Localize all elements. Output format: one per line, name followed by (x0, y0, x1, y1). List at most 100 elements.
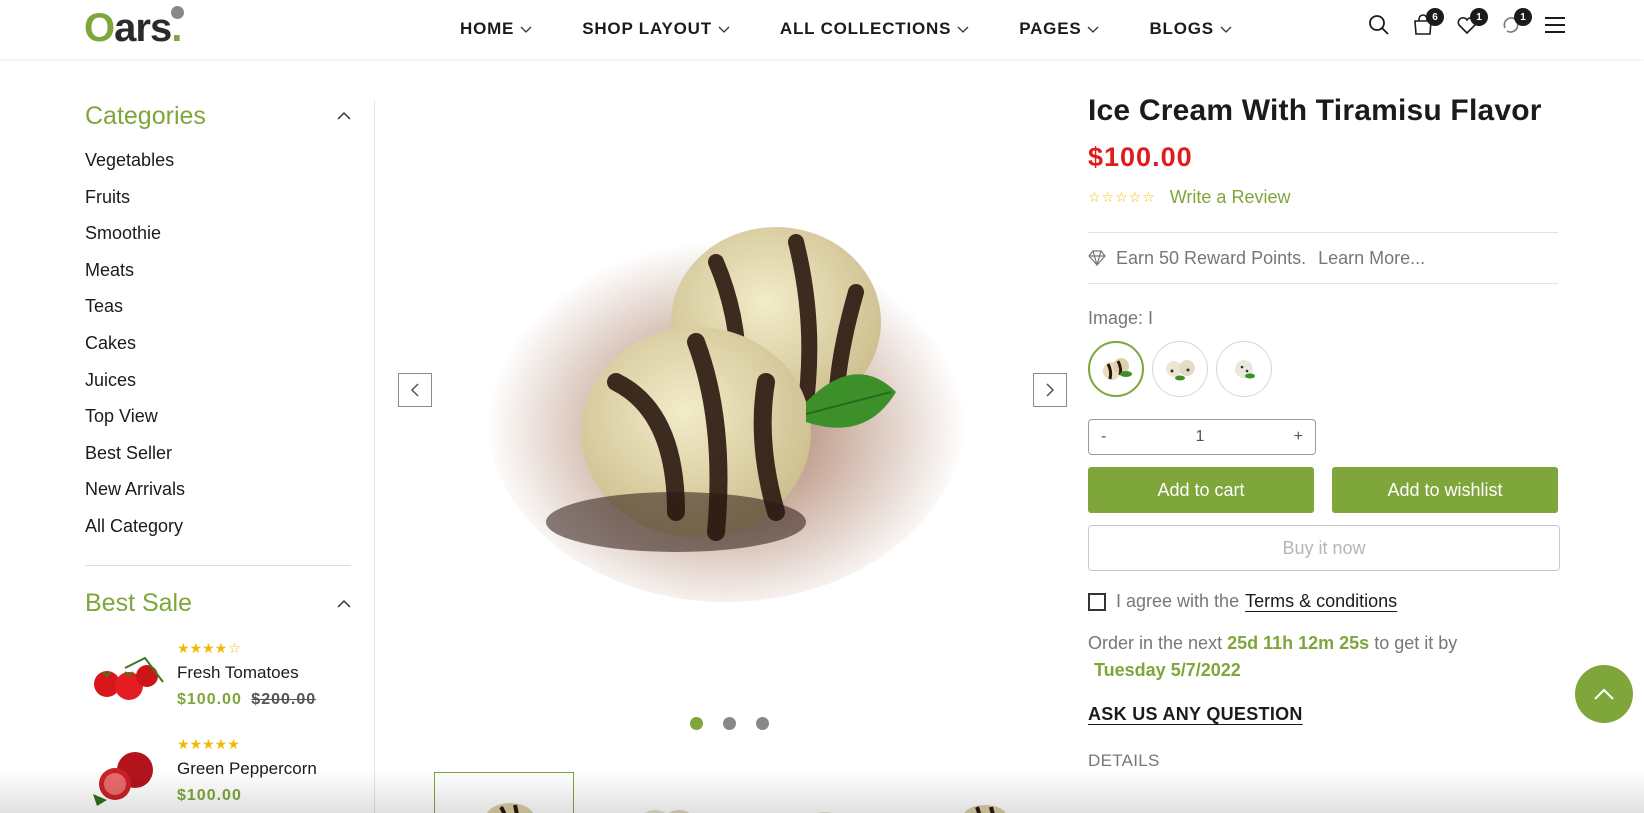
review-row: ☆☆☆☆☆ Write a Review (1088, 187, 1558, 208)
details-tab[interactable]: DETAILS (1088, 751, 1558, 771)
category-item[interactable]: Top View (85, 398, 352, 435)
rating-stars: ★★★★★ (177, 735, 240, 752)
cart-count-badge: 6 (1426, 8, 1444, 26)
category-list: Vegetables Fruits Smoothie Meats Teas Ca… (85, 142, 352, 545)
cart-button[interactable]: 6 (1412, 8, 1444, 38)
sidebar-divider (85, 564, 351, 566)
slide-dot-3[interactable] (756, 717, 769, 730)
category-item[interactable]: Best Seller (85, 435, 352, 472)
variant-swatch-2[interactable] (1152, 341, 1208, 397)
best-sale-item[interactable]: ★★★★★ Green Peppercorn $100.00 (85, 734, 352, 813)
category-item[interactable]: Juices (85, 362, 352, 399)
terms-checkbox[interactable] (1088, 592, 1106, 611)
nav-pages[interactable]: PAGES (1019, 19, 1099, 39)
thumbnail-3[interactable] (754, 772, 894, 813)
best-sale-item[interactable]: ★★★★ ☆ Fresh Tomatoes $100.00 $200.00 (85, 638, 352, 720)
header-actions: 6 1 1 (1368, 8, 1566, 38)
rating-stars: ☆☆☆☆☆ (1088, 189, 1156, 205)
thumbnail-strip (434, 772, 1054, 813)
tomato-image[interactable] (85, 638, 167, 720)
variant-swatch-3[interactable] (1216, 341, 1272, 397)
nav-shop-layout[interactable]: SHOP LAYOUT (582, 19, 730, 39)
thumbnail-4[interactable] (914, 772, 1054, 813)
product-main-image[interactable] (476, 182, 976, 602)
old-price: $200.00 (251, 690, 317, 708)
terms-link[interactable]: Terms & conditions (1245, 591, 1397, 612)
product-title: Ice Cream With Tiramisu Flavor (1088, 94, 1542, 127)
site-header: Oars. HOME SHOP LAYOUT ALL COLLECTIONS P… (0, 0, 1644, 59)
learn-more-link[interactable]: Learn More... (1318, 248, 1425, 269)
product-name[interactable]: Green Peppercorn (177, 759, 317, 779)
delivery-date: Tuesday 5/7/2022 (1094, 660, 1241, 680)
variant-swatch-1[interactable] (1088, 341, 1144, 397)
terms-agreement: I agree with the Terms & conditions (1088, 591, 1558, 612)
order-prefix: Order in the next (1088, 633, 1223, 653)
rating-stars: ★★★★ ☆ (177, 639, 241, 656)
agree-text: I agree with the (1116, 591, 1240, 611)
add-to-wishlist-button[interactable]: Add to wishlist (1332, 467, 1558, 513)
best-sale-title: Best Sale (85, 589, 193, 618)
thumbnail-2[interactable] (594, 772, 734, 813)
variant-swatches (1088, 341, 1558, 397)
nav-blogs[interactable]: BLOGS (1149, 19, 1232, 39)
delivery-countdown: Order in the next 25d 11h 12m 25s to get… (1088, 630, 1558, 684)
nav-pages-label: PAGES (1019, 18, 1082, 38)
product-price: $100.00 $200.00 (177, 691, 316, 709)
quantity-increase-button[interactable]: + (1294, 428, 1303, 446)
chevron-right-icon (1046, 383, 1055, 397)
chevron-up-icon[interactable] (336, 111, 352, 121)
category-item[interactable]: Vegetables (85, 142, 352, 179)
best-sale-header[interactable]: Best Sale (85, 584, 352, 624)
prev-image-button[interactable] (398, 373, 432, 407)
product-gallery (376, 62, 1067, 813)
variant-label: Image: I (1088, 308, 1154, 328)
category-item[interactable]: Fruits (85, 179, 352, 216)
product-price: $100.00 (177, 787, 317, 805)
nav-all-collections[interactable]: ALL COLLECTIONS (780, 19, 969, 39)
logo-text: ars (114, 6, 172, 50)
order-mid: to get it by (1374, 633, 1458, 653)
buy-now-button[interactable]: Buy it now (1088, 525, 1560, 571)
slide-dots (690, 717, 769, 730)
main-nav: HOME SHOP LAYOUT ALL COLLECTIONS PAGES B… (460, 0, 1282, 57)
quantity-stepper: - 1 + (1088, 419, 1316, 455)
quantity-input[interactable]: 1 (1106, 428, 1293, 446)
hamburger-menu-icon (1545, 17, 1565, 33)
scroll-to-top-button[interactable] (1575, 665, 1633, 723)
search-button[interactable] (1368, 12, 1390, 38)
add-to-cart-button[interactable]: Add to cart (1088, 467, 1314, 513)
category-item[interactable]: All Category (85, 508, 352, 545)
nav-home[interactable]: HOME (460, 19, 532, 39)
sidebar-divider-line (374, 100, 375, 813)
write-review-link[interactable]: Write a Review (1170, 187, 1291, 208)
next-image-button[interactable] (1033, 373, 1067, 407)
ask-question-link[interactable]: ASK US ANY QUESTION (1088, 704, 1558, 725)
chevron-up-icon[interactable] (336, 599, 352, 609)
brand-logo[interactable]: Oars. (84, 6, 185, 51)
category-item[interactable]: Smoothie (85, 215, 352, 252)
categories-header[interactable]: Categories (85, 96, 352, 136)
product-name[interactable]: Fresh Tomatoes (177, 663, 316, 683)
chevron-left-icon (410, 383, 419, 397)
product-info: Ice Cream With Tiramisu Flavor $100.00 ☆… (1088, 94, 1560, 771)
compare-button[interactable]: 1 (1500, 8, 1532, 38)
countdown-timer: 25d 11h 12m 25s (1227, 633, 1370, 653)
search-icon (1369, 15, 1389, 35)
chevron-down-icon (1220, 26, 1232, 33)
category-item[interactable]: Teas (85, 288, 352, 325)
category-item[interactable]: Cakes (85, 325, 352, 362)
thumbnail-1[interactable] (434, 772, 574, 813)
wishlist-button[interactable]: 1 (1456, 8, 1488, 38)
chevron-up-icon (1594, 688, 1614, 700)
category-item[interactable]: Meats (85, 252, 352, 289)
slide-dot-2[interactable] (723, 717, 736, 730)
compare-count-badge: 1 (1514, 8, 1532, 26)
logo-letter-o: O (84, 6, 115, 50)
pomegranate-image[interactable] (85, 734, 167, 813)
action-buttons: Add to cart Add to wishlist (1088, 467, 1558, 513)
nav-home-label: HOME (460, 18, 515, 38)
category-item[interactable]: New Arrivals (85, 471, 352, 508)
slide-dot-1[interactable] (690, 717, 703, 730)
reward-text: Earn 50 Reward Points. (1116, 247, 1307, 268)
menu-button[interactable] (1544, 12, 1566, 38)
